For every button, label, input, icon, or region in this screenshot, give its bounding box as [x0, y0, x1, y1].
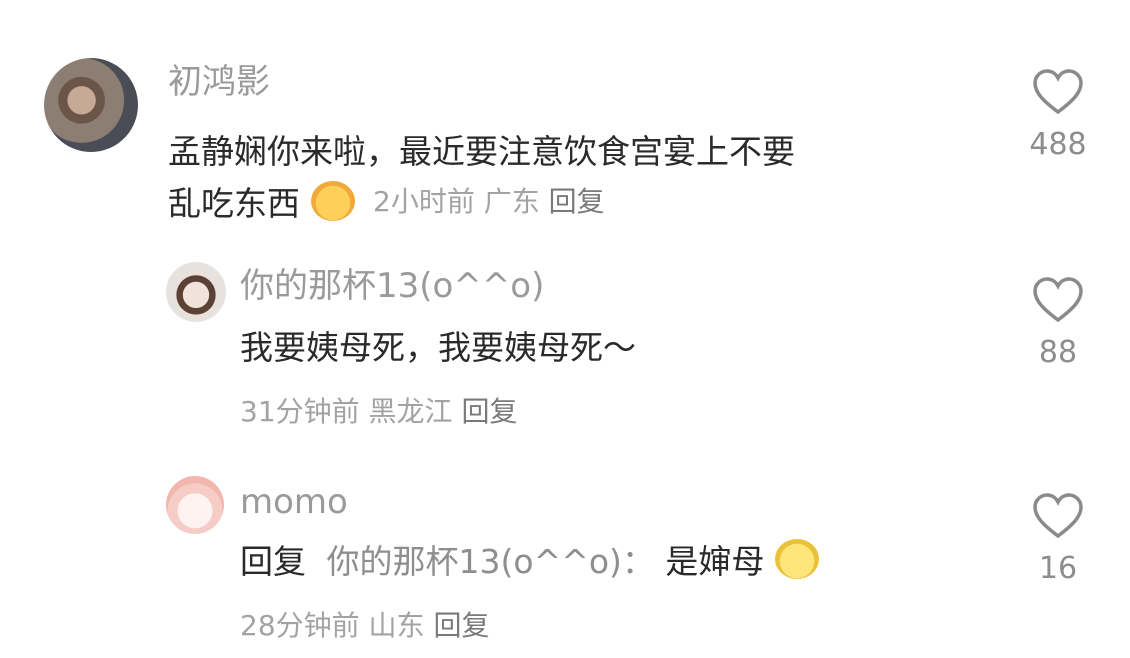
comment-author[interactable]: 初鸿影 [168, 62, 270, 102]
comment-time: 28分钟前 [240, 609, 360, 642]
comment-meta: 31分钟前 黑龙江 回复 [240, 394, 517, 430]
comment-location: 广东 [483, 185, 540, 218]
comment-text: 回复 你的那杯13(o^^o)： 是婶母 [240, 538, 819, 586]
like-count: 88 [1038, 335, 1078, 370]
reply-target: 你的那杯13(o^^o)： [326, 542, 655, 581]
comment-time: 31分钟前 [240, 395, 360, 428]
avatar[interactable] [166, 262, 226, 322]
comment-location: 山东 [368, 609, 425, 642]
comment-author[interactable]: 你的那杯13(o^^o) [240, 266, 544, 306]
avatar[interactable] [44, 58, 138, 152]
reply-prefix: 回复 [240, 542, 306, 581]
comment-time: 2小时前 [373, 185, 475, 218]
reply-button[interactable]: 回复 [461, 395, 517, 428]
lemon-face-icon [774, 539, 819, 579]
like-button[interactable]: 488 [1018, 68, 1098, 164]
reply-button[interactable]: 回复 [549, 185, 605, 218]
heart-icon[interactable] [1032, 276, 1084, 324]
comment-meta: 28分钟前 山东 回复 [240, 608, 489, 644]
avatar[interactable] [166, 476, 224, 534]
like-count: 16 [1038, 551, 1078, 586]
cat-face-icon [310, 181, 355, 221]
like-button[interactable]: 88 [1018, 276, 1098, 372]
heart-icon[interactable] [1032, 68, 1084, 116]
like-button[interactable]: 16 [1018, 492, 1098, 588]
comment-text: 我要姨母死，我要姨母死～ [240, 328, 636, 367]
like-count: 488 [1029, 127, 1087, 162]
reply-button[interactable]: 回复 [433, 609, 489, 642]
comment-location: 黑龙江 [368, 395, 453, 428]
comment-text: 孟静娴你来啦，最近要注意饮食宫宴上不要 乱吃东西 2小时前 广东 回复 [168, 132, 795, 223]
comment-author[interactable]: momo [240, 482, 348, 522]
comment-meta: 2小时前 广东 回复 [373, 185, 605, 218]
heart-icon[interactable] [1032, 492, 1084, 540]
